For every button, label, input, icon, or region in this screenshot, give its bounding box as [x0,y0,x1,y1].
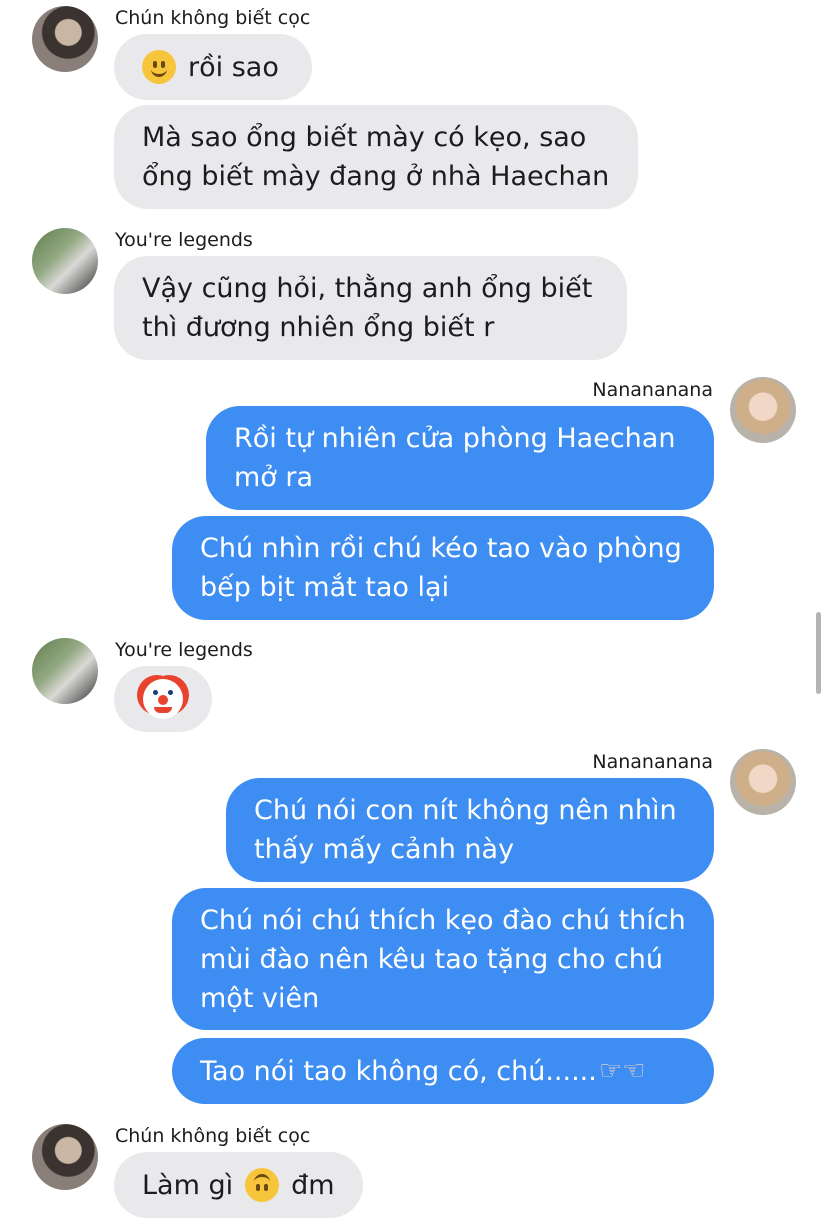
message-text: Làm gì [142,1169,234,1201]
avatar[interactable] [730,749,796,815]
message-bubble[interactable]: Chú nhìn rồi chú kéo tao vào phòng bếp b… [172,516,714,620]
sender-name: You're legends [115,229,253,251]
message-text: Chú nhìn rồi chú kéo tao vào phòng bếp b… [200,533,682,603]
message-bubble[interactable]: Làm gì đm [114,1152,363,1218]
sender-name: Chún không biết cọc [115,1125,311,1147]
message-bubble[interactable]: Rồi tự nhiên cửa phòng Haechan mở ra [206,406,714,510]
avatar[interactable] [730,377,796,443]
message-text: Vậy cũng hỏi, thằng anh ổng biết thì đươ… [142,273,593,343]
message-text: Chú nói chú thích kẹo đào chú thích mùi … [200,904,686,1014]
upside-down-face-icon [245,1168,280,1202]
pointing-hands-icon: ☞☜ [598,1055,646,1086]
message-bubble[interactable]: Mà sao ổng biết mày có kẹo, sao ổng biết… [114,105,638,209]
message-bubble[interactable]: Chú nói chú thích kẹo đào chú thích mùi … [172,888,714,1030]
avatar[interactable] [32,638,98,704]
message-bubble[interactable]: Tao nói tao không có, chú...... ☞☜ [172,1038,714,1104]
clown-face-icon [143,679,183,719]
sender-name: Nanananana [592,751,713,773]
message-bubble[interactable]: Vậy cũng hỏi, thằng anh ổng biết thì đươ… [114,256,627,360]
message-text: Tao nói tao không có, chú...... [200,1055,597,1087]
avatar[interactable] [32,1124,98,1190]
message-bubble[interactable]: Chú nói con nít không nên nhìn thấy mấy … [226,778,714,882]
sender-name: You're legends [115,639,253,661]
sender-name: Chún không biết cọc [115,7,311,29]
message-text: rồi sao [188,51,279,83]
message-text: Rồi tự nhiên cửa phòng Haechan mở ra [234,423,676,493]
message-bubble[interactable] [114,666,212,732]
avatar[interactable] [32,228,98,294]
message-text: Chú nói con nít không nên nhìn thấy mấy … [254,795,677,865]
slightly-smiling-face-icon [142,50,176,84]
sender-name: Nanananana [592,379,713,401]
message-text: đm [291,1169,335,1201]
message-bubble[interactable]: rồi sao [114,34,312,100]
scrollbar[interactable] [816,612,821,694]
avatar[interactable] [32,6,98,72]
message-text: Mà sao ổng biết mày có kẹo, sao ổng biết… [142,122,610,192]
